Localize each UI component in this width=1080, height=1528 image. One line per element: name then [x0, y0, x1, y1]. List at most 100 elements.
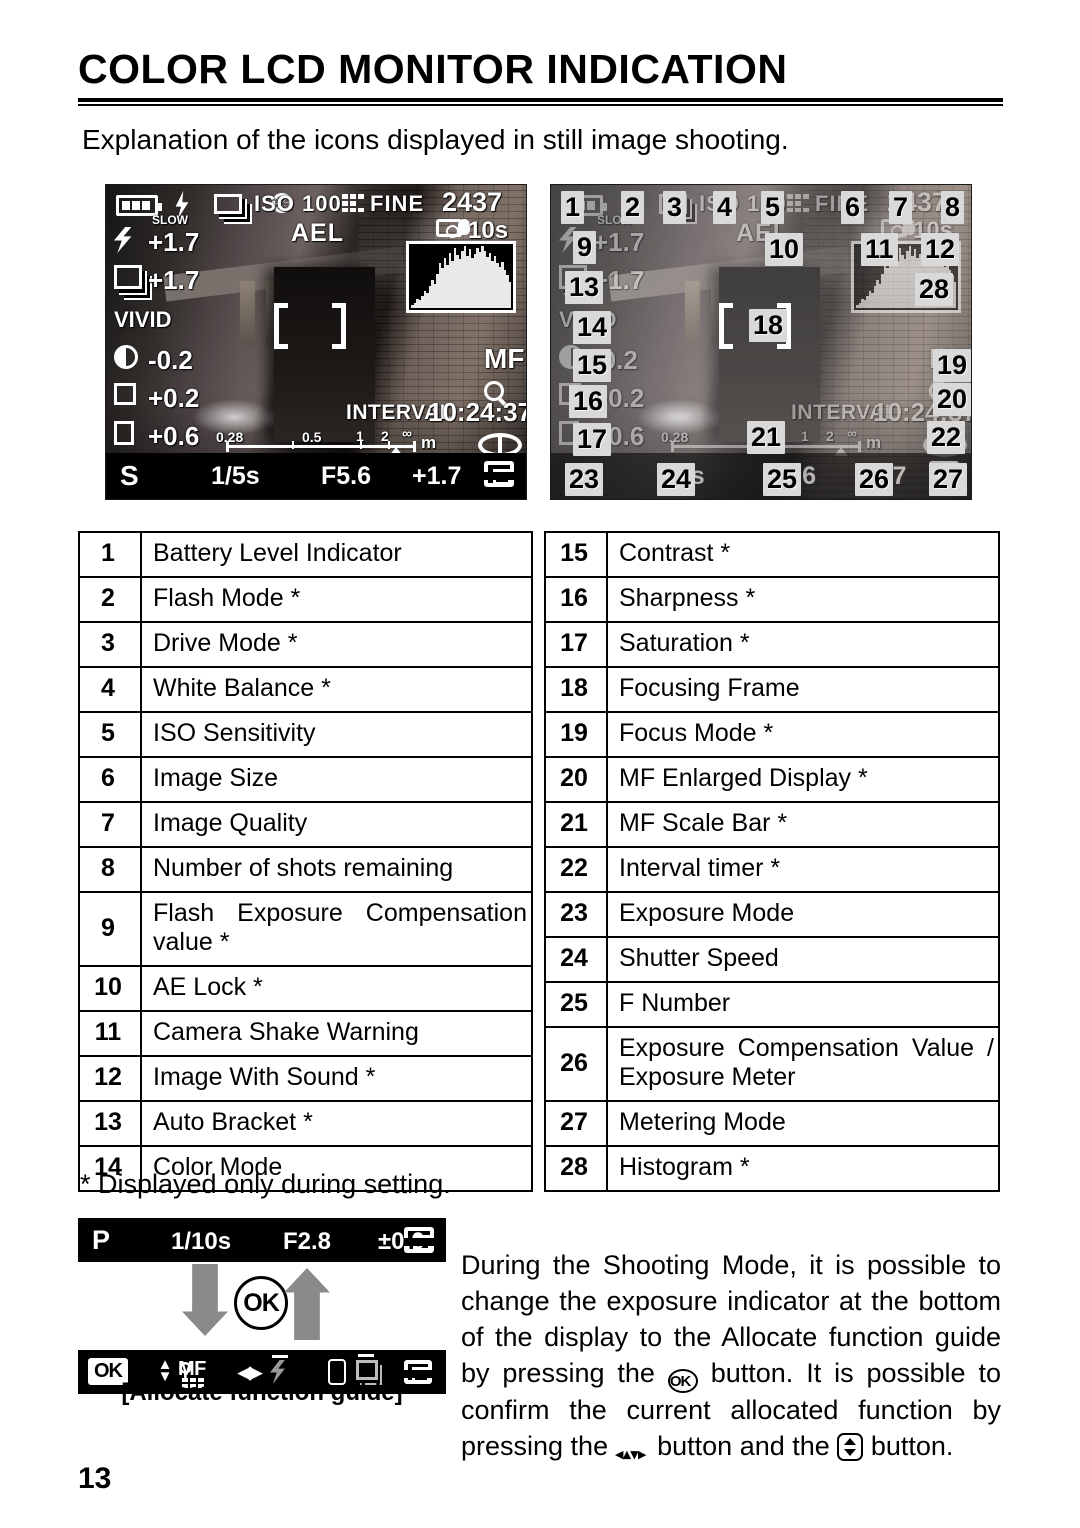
- histogram-icon: [406, 241, 516, 313]
- callout-number-4: 4: [713, 191, 737, 224]
- legend-number: 25: [544, 981, 608, 1028]
- callout-number-18: 18: [749, 309, 788, 342]
- guide-toggle-arrows: OK: [78, 1262, 446, 1350]
- legend-number: 1: [78, 531, 142, 578]
- mf-scale-label: 0.28: [216, 429, 244, 445]
- legend-label: Saturation *: [606, 621, 1000, 668]
- legend-number: 20: [544, 756, 608, 803]
- flash-exposure-comp-value: +1.7: [593, 227, 645, 257]
- legend-label: Contrast *: [606, 531, 1000, 578]
- legend-number: 18: [544, 666, 608, 713]
- legend-label: Camera Shake Warning: [140, 1010, 533, 1057]
- image-size-icon: [342, 194, 364, 212]
- callout-number-17: 17: [573, 423, 612, 456]
- auto-bracket-icon: [114, 265, 142, 289]
- legend-number: 9: [78, 891, 142, 967]
- page-title: COLOR LCD MONITOR INDICATION: [78, 46, 788, 92]
- lcd-status-bar: S 1/5s F5.6 +1.7: [551, 453, 971, 499]
- exposure-comp-icon: [356, 1360, 378, 1380]
- mf-scale-tick: [292, 441, 294, 449]
- legend-label: MF Enlarged Display *: [606, 756, 1000, 803]
- legend-label: Focusing Frame: [606, 666, 1000, 713]
- callout-number-20: 20: [933, 383, 971, 416]
- histogram-bar: [953, 282, 956, 308]
- guide-exposure-indicator-bar: P 1/10s F2.8 ±0.0: [78, 1218, 446, 1262]
- drive-mode-icon: [214, 194, 242, 214]
- table-row: 16 Sharpness *: [544, 576, 1000, 623]
- legend-number: 19: [544, 711, 608, 758]
- focusing-frame: [274, 303, 346, 349]
- saturation-value: +0.6: [148, 421, 200, 451]
- table-row: 5 ISO Sensitivity: [78, 711, 533, 758]
- legend-label: Number of shots remaining: [140, 846, 533, 893]
- callout-number-5: 5: [761, 191, 785, 224]
- legend-number: 24: [544, 936, 608, 983]
- footnote-text: * Displayed only during setting.: [80, 1169, 451, 1199]
- legend-label: MF Scale Bar *: [606, 801, 1000, 848]
- flash-comp-bar: [272, 1355, 288, 1358]
- legend-number: 13: [78, 1100, 142, 1147]
- icon-legend-table-left: 1 Battery Level Indicator 2 Flash Mode * 3 Dr…: [78, 531, 533, 1192]
- contrast-icon: [114, 345, 138, 369]
- guide-shutter-speed: 1/10s: [171, 1228, 232, 1255]
- legend-number: 16: [544, 576, 608, 623]
- table-row: 13 Auto Bracket *: [78, 1100, 533, 1147]
- saturation-icon: [114, 421, 134, 445]
- f-number-value: F5.6: [321, 462, 372, 490]
- table-row: 17 Saturation *: [544, 621, 1000, 668]
- callout-number-26: 26: [855, 463, 894, 496]
- legend-label: Exposure Mode: [606, 891, 1000, 938]
- mf-scale-label: 0.5: [302, 429, 322, 445]
- auto-bracket-value: +1.7: [148, 265, 200, 295]
- mf-scale-label: ∞: [847, 425, 857, 441]
- ae-lock-label: AEL: [291, 219, 344, 247]
- lcd-display-plain: SLOW ISO 100 FINE 2437 AEL 10s +1.7 +1.7…: [105, 184, 527, 500]
- mf-scale-unit: m: [866, 433, 882, 452]
- legend-number: 8: [78, 846, 142, 893]
- flash-exposure-comp-icon: [114, 227, 132, 253]
- flash-exposure-comp-value: +1.7: [148, 227, 200, 257]
- legend-number: 11: [78, 1010, 142, 1057]
- legend-label: Image Quality: [140, 801, 533, 848]
- legend-number: 7: [78, 801, 142, 848]
- legend-number: 26: [544, 1026, 608, 1102]
- callout-number-12: 12: [921, 233, 960, 266]
- legend-label: F Number: [606, 981, 1000, 1028]
- osd-overlay: SLOW ISO 100 FINE 2437 AEL 10s +1.7 +1.7…: [106, 185, 526, 499]
- table-row: 15 Contrast *: [544, 531, 1000, 578]
- callout-number-16: 16: [569, 385, 608, 418]
- mf-scale-unit: m: [421, 433, 437, 452]
- legend-label: Exposure Compensation Value / Exposure M…: [606, 1026, 1000, 1102]
- mf-scale-label: 0.28: [661, 429, 689, 445]
- table-row: 9 Flash Exposure Compensation value *: [78, 891, 533, 967]
- flash-slow-label: SLOW: [152, 213, 188, 227]
- table-row: 28 Histogram *: [544, 1145, 1000, 1192]
- callout-number-14: 14: [573, 311, 612, 344]
- contrast-value: -0.2: [148, 345, 193, 375]
- callout-number-8: 8: [941, 191, 965, 224]
- table-row: 25 F Number: [544, 981, 1000, 1028]
- histogram-bars: [411, 246, 511, 308]
- metering-mode-icon: [404, 1227, 434, 1253]
- legend-label: Auto Bracket *: [140, 1100, 533, 1147]
- table-row: 1 Battery Level Indicator: [78, 531, 533, 578]
- guide-f-number: F2.8: [283, 1228, 332, 1255]
- table-row: 12 Image With Sound *: [78, 1055, 533, 1102]
- legend-label: Focus Mode *: [606, 711, 1000, 758]
- exposure-mode-value: S: [120, 460, 139, 491]
- table-row: 3 Drive Mode *: [78, 621, 533, 668]
- sharpness-value: +0.2: [148, 383, 200, 413]
- intro-text: Explanation of the icons displayed in st…: [82, 124, 789, 155]
- legend-number: 10: [78, 965, 142, 1012]
- shutter-speed-value: 1/5s: [211, 462, 260, 490]
- metering-mode-icon: [484, 461, 514, 487]
- four-way-button-icon: ◂▴▾▸: [615, 1445, 646, 1463]
- table-row: 19 Focus Mode *: [544, 711, 1000, 758]
- iso-value: ISO 100: [254, 191, 342, 216]
- guide-exposure-mode: P: [92, 1225, 111, 1255]
- ok-button-icon: OK: [667, 1368, 698, 1393]
- mf-scale-tick: [360, 441, 362, 449]
- callout-number-23: 23: [565, 463, 604, 496]
- callout-number-28: 28: [915, 273, 954, 306]
- interval-time-value: 10:24:37: [428, 397, 527, 427]
